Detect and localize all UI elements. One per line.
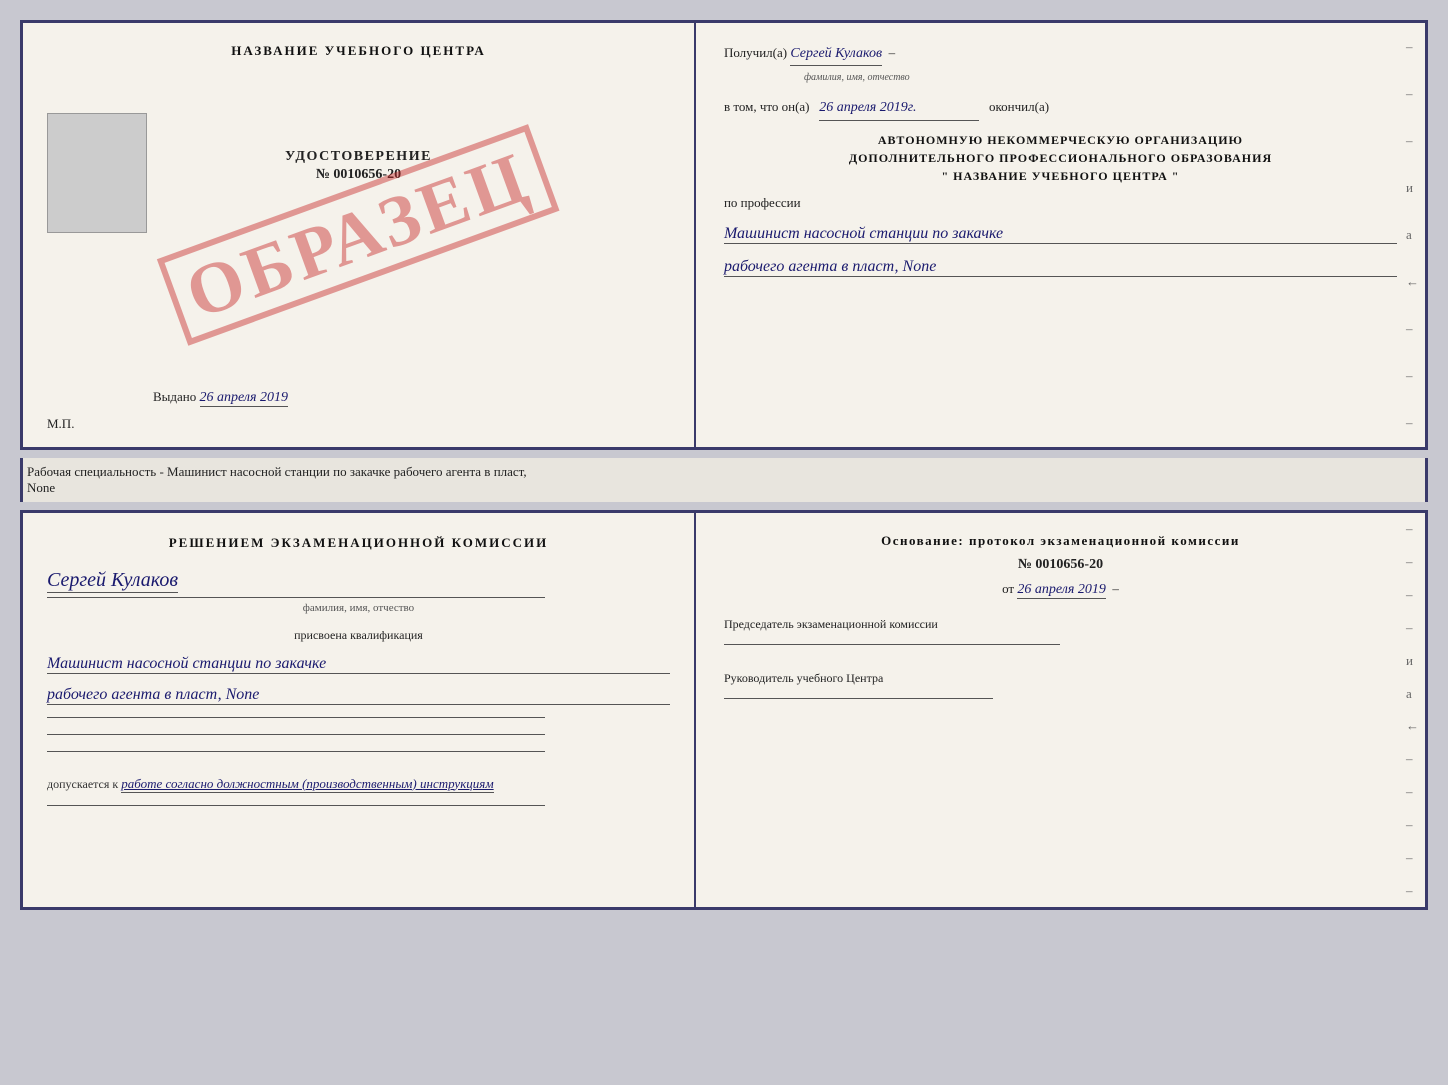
signature-line-name xyxy=(47,597,545,598)
profession-handwritten-1: Машинист насосной станции по закачке xyxy=(724,221,1397,244)
top-right-panel: Получил(а) Сергей Кулаков – фамилия, имя… xyxy=(696,23,1425,447)
person-name: Сергей Кулаков xyxy=(47,569,178,593)
v-tom-date: 26 апреля 2019г. xyxy=(819,97,979,120)
v-tom-label: в том, что он(а) xyxy=(724,99,810,114)
vydano-label: Выдано xyxy=(153,389,196,404)
rukovoditel-text: Руководитель учебного Центра xyxy=(724,671,883,685)
osnovaniye-title: Основание: протокол экзаменационной коми… xyxy=(724,533,1397,549)
prisvoena-label: присвоена квалификация xyxy=(47,628,670,643)
profession-line1: Машинист насосной станции по закачке xyxy=(724,225,1397,244)
poluchil-value: Сергей Кулаков xyxy=(790,43,882,66)
ot-date-value: 26 апреля 2019 xyxy=(1017,582,1105,599)
udostoverenie-num: № 0010656-20 xyxy=(316,167,401,183)
v-tom-row: в том, что он(а) 26 апреля 2019г. окончи… xyxy=(724,97,1397,120)
org-line3: " НАЗВАНИЕ УЧЕБНОГО ЦЕНТРА " xyxy=(724,167,1397,185)
poluchil-row: Получил(а) Сергей Кулаков – фамилия, имя… xyxy=(724,43,1397,87)
ot-date: от 26 апреля 2019 – xyxy=(724,581,1397,599)
bottom-profession-handwritten-2: рабочего агента в пласт, None xyxy=(47,682,670,705)
udostoverenie-label: УДОСТОВЕРЕНИЕ xyxy=(285,149,432,165)
protocol-num: № 0010656-20 xyxy=(724,557,1397,573)
bottom-profession-handwritten-1: Машинист насосной станции по закачке xyxy=(47,651,670,674)
separator-line1: Рабочая специальность - Машинист насосно… xyxy=(27,464,527,479)
po-professii-label: по профессии xyxy=(724,195,801,210)
top-document: НАЗВАНИЕ УЧЕБНОГО ЦЕНТРА УДОСТОВЕРЕНИЕ №… xyxy=(20,20,1428,450)
bottom-profession-line1: Машинист насосной станции по закачке xyxy=(47,655,670,674)
photo-placeholder xyxy=(47,113,147,233)
predsedatel-label: Председатель экзаменационной комиссии xyxy=(724,617,1397,632)
org-line2: ДОПОЛНИТЕЛЬНОГО ПРОФЕССИОНАЛЬНОГО ОБРАЗО… xyxy=(724,149,1397,167)
mp-label: М.П. xyxy=(47,416,74,432)
top-center-title: НАЗВАНИЕ УЧЕБНОГО ЦЕНТРА xyxy=(231,43,486,59)
signature-line-bottom xyxy=(47,805,545,806)
dopuskaetsya-block: допускается к работе согласно должностны… xyxy=(47,776,670,793)
dopuskaetsya-label: допускается к xyxy=(47,777,118,791)
org-block: АВТОНОМНУЮ НЕКОММЕРЧЕСКУЮ ОРГАНИЗАЦИЮ ДО… xyxy=(724,131,1397,185)
udostoverenie-block: УДОСТОВЕРЕНИЕ № 0010656-20 xyxy=(285,149,432,183)
right-dashes: – – – и а ← – – – xyxy=(1406,23,1419,447)
separator-text: Рабочая специальность - Машинист насосно… xyxy=(20,458,1428,502)
familiya-hint-bottom: фамилия, имя, отчество xyxy=(47,602,670,614)
profession-handwritten-2: рабочего агента в пласт, None xyxy=(724,254,1397,277)
right-dashes-bottom: – – – – и а ← – – – – – xyxy=(1406,513,1419,907)
signature-line-3 xyxy=(47,751,545,752)
rukovoditel-label: Руководитель учебного Центра xyxy=(724,671,1397,686)
vydano-line: Выдано 26 апреля 2019 xyxy=(153,389,288,407)
po-professii: по профессии xyxy=(724,195,1397,211)
resheniyem-label: Решением экзаменационной комиссии xyxy=(169,535,549,550)
org-line1: АВТОНОМНУЮ НЕКОММЕРЧЕСКУЮ ОРГАНИЗАЦИЮ xyxy=(724,131,1397,149)
person-name-block: Сергей Кулаков фамилия, имя, отчество xyxy=(47,569,670,614)
separator-line2: None xyxy=(27,480,55,495)
predsedatel-text: Председатель экзаменационной комиссии xyxy=(724,617,938,631)
chairman-signature-line xyxy=(724,644,1061,645)
page-wrapper: НАЗВАНИЕ УЧЕБНОГО ЦЕНТРА УДОСТОВЕРЕНИЕ №… xyxy=(20,20,1428,910)
dopuskaetsya-value: работе согласно должностным (производств… xyxy=(121,776,493,793)
poluchil-label: Получил(а) xyxy=(724,45,787,60)
signature-line-1 xyxy=(47,717,545,718)
bottom-left-panel: Решением экзаменационной комиссии Сергей… xyxy=(23,513,696,907)
resolution-title: Решением экзаменационной комиссии xyxy=(47,533,670,553)
familiya-hint: фамилия, имя, отчество xyxy=(804,72,910,83)
bottom-profession-line2: рабочего агента в пласт, None xyxy=(47,686,670,705)
rukovoditel-signature-line xyxy=(724,698,993,699)
bottom-document: Решением экзаменационной комиссии Сергей… xyxy=(20,510,1428,910)
top-left-panel: НАЗВАНИЕ УЧЕБНОГО ЦЕНТРА УДОСТОВЕРЕНИЕ №… xyxy=(23,23,696,447)
bottom-right-panel: Основание: протокол экзаменационной коми… xyxy=(696,513,1425,907)
ot-label: от xyxy=(1002,581,1014,596)
profession-line2: рабочего агента в пласт, None xyxy=(724,258,1397,277)
signature-line-2 xyxy=(47,734,545,735)
okonchil-label: окончил(а) xyxy=(989,99,1049,114)
vydano-date: 26 апреля 2019 xyxy=(200,390,288,407)
